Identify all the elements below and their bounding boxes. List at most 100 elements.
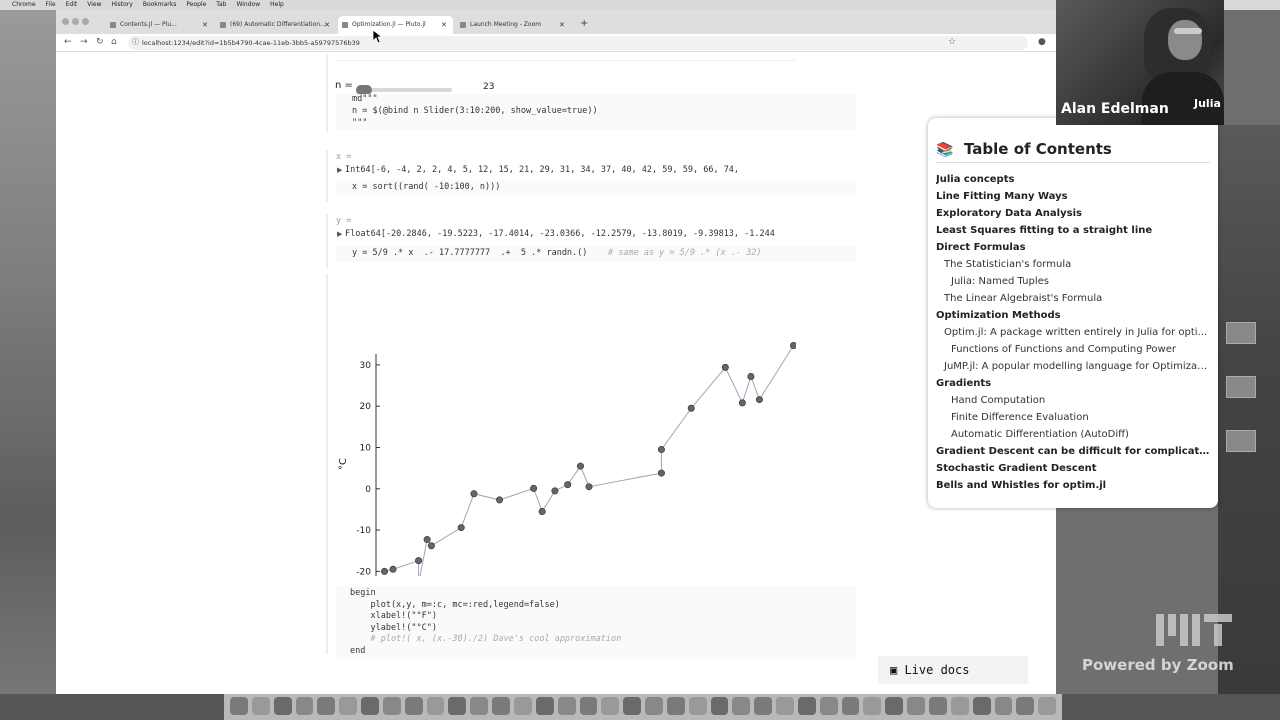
dock-app-icon[interactable] bbox=[339, 697, 358, 715]
toc-link[interactable]: The Statistician's formula bbox=[936, 256, 1210, 273]
toc-link[interactable]: Optim.jl: A package written entirely in … bbox=[936, 324, 1210, 341]
dock-app-icon[interactable] bbox=[819, 697, 838, 715]
dock-app-icon[interactable] bbox=[426, 697, 445, 715]
toc-link[interactable]: Gradient Descent can be difficult for co… bbox=[936, 443, 1210, 460]
back-arrow-icon[interactable]: ← bbox=[64, 37, 72, 47]
new-tab-button[interactable]: + bbox=[580, 18, 588, 29]
dock-app-icon[interactable] bbox=[841, 697, 860, 715]
dock-app-icon[interactable] bbox=[273, 697, 292, 715]
n-slider[interactable] bbox=[356, 85, 452, 95]
dock-app-icon[interactable] bbox=[950, 697, 969, 715]
menubar-item[interactable]: People bbox=[186, 0, 206, 10]
toc-link[interactable]: Julia concepts bbox=[936, 171, 1210, 188]
toc-link[interactable]: Bells and Whistles for optim.jl bbox=[936, 477, 1210, 494]
menubar-item[interactable]: File bbox=[46, 0, 56, 10]
live-docs-button[interactable]: ▣ Live docs bbox=[878, 656, 1028, 684]
dock-app-icon[interactable] bbox=[688, 697, 707, 715]
desktop-file[interactable] bbox=[1226, 322, 1278, 346]
toc-link[interactable]: The Linear Algebraist's Formula bbox=[936, 290, 1210, 307]
menubar-item[interactable]: Help bbox=[270, 0, 284, 10]
tab-youtube[interactable]: (69) Automatic Differentiation... ✕ bbox=[216, 16, 336, 34]
toc-link[interactable]: Least Squares fitting to a straight line bbox=[936, 222, 1210, 239]
dock-app-icon[interactable] bbox=[404, 697, 423, 715]
dock-app-icon[interactable] bbox=[1038, 697, 1057, 715]
toc-link[interactable]: Finite Difference Evaluation bbox=[936, 409, 1210, 426]
toc-link[interactable]: Stochastic Gradient Descent bbox=[936, 460, 1210, 477]
dock-app-icon[interactable] bbox=[972, 697, 991, 715]
dock-app-icon[interactable] bbox=[645, 697, 663, 715]
cell-n[interactable]: n = 23 md""" n = $(@bind n Slider(3:10:2… bbox=[326, 54, 856, 132]
home-icon[interactable]: ⌂ bbox=[111, 37, 117, 47]
menubar-item[interactable]: Tab bbox=[216, 0, 226, 10]
dock-app-icon[interactable] bbox=[994, 697, 1013, 715]
tab-contents[interactable]: Contents.jl — Plu... ✕ bbox=[106, 16, 214, 34]
close-tab-icon[interactable]: ✕ bbox=[202, 16, 208, 34]
desktop-file[interactable] bbox=[1226, 376, 1278, 400]
dock-app-icon[interactable] bbox=[732, 697, 751, 715]
minimize-window-icon[interactable] bbox=[72, 18, 79, 25]
toc-link[interactable]: Hand Computation bbox=[936, 392, 1210, 409]
menubar-item[interactable]: View bbox=[87, 0, 101, 10]
dock-app-icon[interactable] bbox=[513, 697, 532, 715]
menubar-item[interactable]: Window bbox=[236, 0, 260, 10]
close-window-icon[interactable] bbox=[62, 18, 69, 25]
dock-app-icon[interactable] bbox=[710, 697, 729, 715]
dock-app-icon[interactable] bbox=[776, 697, 794, 715]
close-tab-icon[interactable]: ✕ bbox=[324, 16, 330, 34]
dock-app-icon[interactable] bbox=[1016, 697, 1035, 715]
close-tab-icon[interactable]: ✕ bbox=[441, 16, 447, 34]
dock-app-icon[interactable] bbox=[666, 697, 685, 715]
zoom-window-icon[interactable] bbox=[82, 18, 89, 25]
menubar-item[interactable]: History bbox=[111, 0, 132, 10]
code-editor[interactable]: y = 5/9 .* x .- 17.7777777 .+ 5 .* randn… bbox=[336, 246, 856, 262]
dock-app-icon[interactable] bbox=[492, 697, 510, 715]
dock-app-icon[interactable] bbox=[929, 697, 947, 715]
dock-app-icon[interactable] bbox=[623, 697, 642, 715]
tab-optimization[interactable]: Optimization.jl — Pluto.jl ✕ bbox=[338, 16, 453, 34]
code-editor[interactable]: x = sort((rand( -10:100, n))) bbox=[336, 180, 856, 196]
dock-app-icon[interactable] bbox=[361, 697, 379, 715]
dock-app-icon[interactable] bbox=[448, 697, 467, 715]
toc-link[interactable]: Gradients bbox=[936, 375, 1210, 392]
tab-zoom[interactable]: Launch Meeting - Zoom ✕ bbox=[456, 16, 571, 34]
dock-app-icon[interactable] bbox=[863, 697, 882, 715]
forward-arrow-icon[interactable]: → bbox=[80, 37, 88, 47]
dock-app-icon[interactable] bbox=[470, 697, 489, 715]
dock-app-icon[interactable] bbox=[601, 697, 620, 715]
toc-link[interactable]: Functions of Functions and Computing Pow… bbox=[936, 341, 1210, 358]
menubar-item[interactable]: Chrome bbox=[12, 0, 36, 10]
bookmark-star-icon[interactable]: ☆ bbox=[948, 37, 956, 47]
dock-app-icon[interactable] bbox=[295, 697, 314, 715]
desktop-file[interactable] bbox=[1226, 430, 1278, 454]
expand-arrow-icon[interactable]: ▶ bbox=[337, 230, 342, 238]
info-icon[interactable]: ⓘ bbox=[132, 37, 139, 47]
dock-app-icon[interactable] bbox=[382, 697, 401, 715]
profile-icon[interactable]: ● bbox=[1038, 37, 1046, 47]
dock-app-icon[interactable] bbox=[885, 697, 904, 715]
close-tab-icon[interactable]: ✕ bbox=[559, 16, 565, 34]
dock-app-icon[interactable] bbox=[251, 697, 270, 715]
dock-app-icon[interactable] bbox=[907, 697, 925, 715]
dock-app-icon[interactable] bbox=[754, 697, 773, 715]
code-editor[interactable]: begin plot(x,y, m=:c, mc=:red,legend=fal… bbox=[336, 586, 856, 660]
dock-app-icon[interactable] bbox=[535, 697, 554, 715]
expand-arrow-icon[interactable]: ▶ bbox=[337, 166, 342, 174]
menubar-item[interactable]: Bookmarks bbox=[143, 0, 177, 10]
toc-link[interactable]: Automatic Differentiation (AutoDiff) bbox=[936, 426, 1210, 443]
dock-app-icon[interactable] bbox=[557, 697, 576, 715]
dock-app-icon[interactable] bbox=[230, 697, 248, 715]
cell-y[interactable]: y = ▶ Float64[-20.2846, -19.5223, -17.40… bbox=[326, 214, 856, 268]
toc-link[interactable]: Direct Formulas bbox=[936, 239, 1210, 256]
toc-link[interactable]: JuMP.jl: A popular modelling language fo… bbox=[936, 358, 1210, 375]
dock-app-icon[interactable] bbox=[317, 697, 336, 715]
menubar-item[interactable]: Edit bbox=[66, 0, 78, 10]
dock-app-icon[interactable] bbox=[579, 697, 598, 715]
reload-icon[interactable]: ↻ bbox=[96, 37, 104, 47]
address-bar[interactable]: ⓘ localhost:1234/edit?id=1b5b4790-4cae-1… bbox=[128, 36, 1028, 50]
toc-link[interactable]: Optimization Methods bbox=[936, 307, 1210, 324]
cell-x[interactable]: x = ▶ Int64[-6, -4, 2, 2, 4, 5, 12, 15, … bbox=[326, 150, 856, 202]
dock-app-icon[interactable] bbox=[797, 697, 816, 715]
toc-link[interactable]: Julia: Named Tuples bbox=[936, 273, 1210, 290]
code-editor[interactable]: md""" n = $(@bind n Slider(3:10:200, sho… bbox=[336, 94, 856, 130]
toc-link[interactable]: Exploratory Data Analysis bbox=[936, 205, 1210, 222]
